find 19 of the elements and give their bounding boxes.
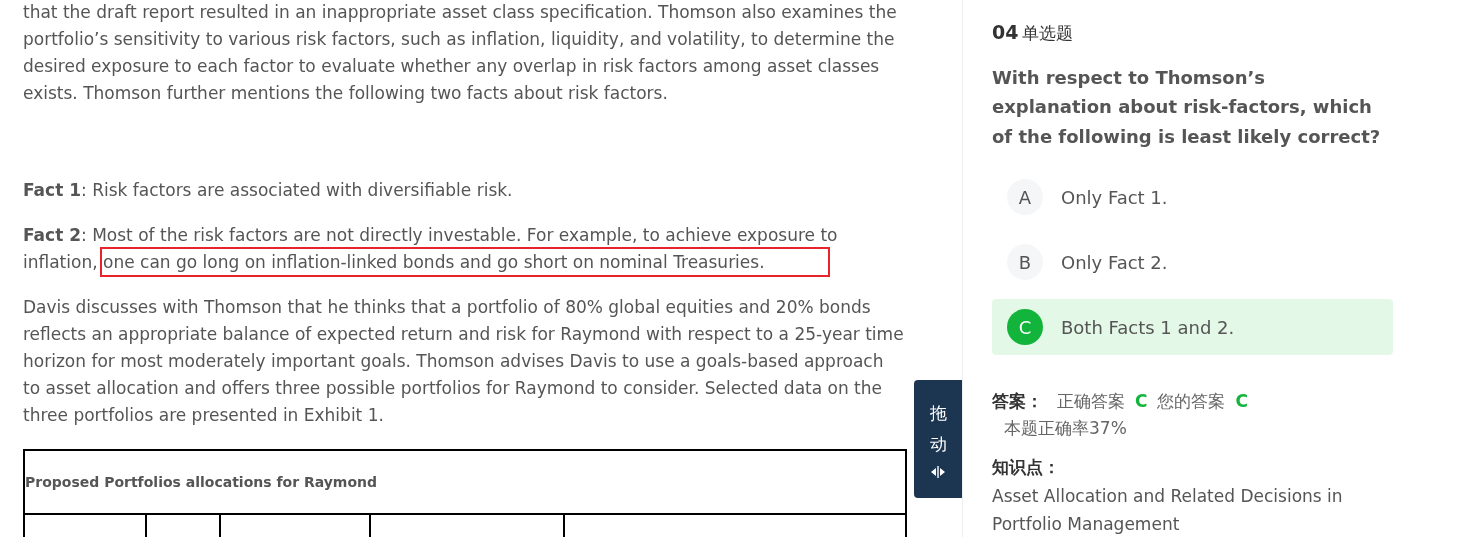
your-answer-label: 您的答案 (1157, 390, 1226, 413)
correct-answer: C (1135, 390, 1148, 413)
knowledge-text: Asset Allocation and Related Decisions in Portfolio Management (992, 485, 1344, 536)
table-title: Proposed Portfolios allocations for Raymond (25, 451, 905, 515)
paragraph: Davis discusses with Thomson that he thinks that a portfolio of 80% global equities and 20% bonds reflects an appropriate balance of expected return and risk for Raymond with respect to a 25-year time horizon for most moderately important goals. Thomson advises Davis to use a goals-based approach to asset allocation and offers three possible portfolios for Raymond to consider. Selected data on the three portfolios are presented in Exhibit 1. (23, 296, 905, 427)
paragraph: Fact 2: Most of the risk factors are not directly investable. For example, to achieve exposure to inflation, one can go long on inflation-linked bonds and go short on nominal Treasuries. (23, 224, 839, 274)
answer-option[interactable]: C Both Facts 1 and 2. (992, 299, 1393, 355)
accuracy-rate: 本题正确率37% (1004, 416, 1128, 440)
question-type: 单选题 (1022, 22, 1074, 45)
paragraph: that the draft report resulted in an inappropriate asset class specification. Thomson also examines the portfolio’s sensitivity to various risk factors, such as inflation, liquidity, and volatility, to determine the desired exposure to each factor to evaluate whether any overlap in risk factors among asset classes exists. Thomson further mentions the following two facts about risk factors. (23, 1, 898, 105)
paragraph: Fact 1: Risk factors are associated with diversifiable risk. (23, 179, 514, 202)
correct-answer-label: 正确答案 (1057, 390, 1125, 413)
answer-label: 答案： (992, 390, 1043, 413)
question-text: With respect to Thomson’s explanation about risk-factors, which of the following is least likely correct? (992, 65, 1382, 149)
your-answer: C (1235, 390, 1248, 413)
drag-handle[interactable]: 拖动 (914, 380, 962, 498)
resize-icon (930, 463, 946, 480)
knowledge-label: 知识点： (992, 455, 1061, 479)
question-number: 04 (992, 20, 1019, 45)
